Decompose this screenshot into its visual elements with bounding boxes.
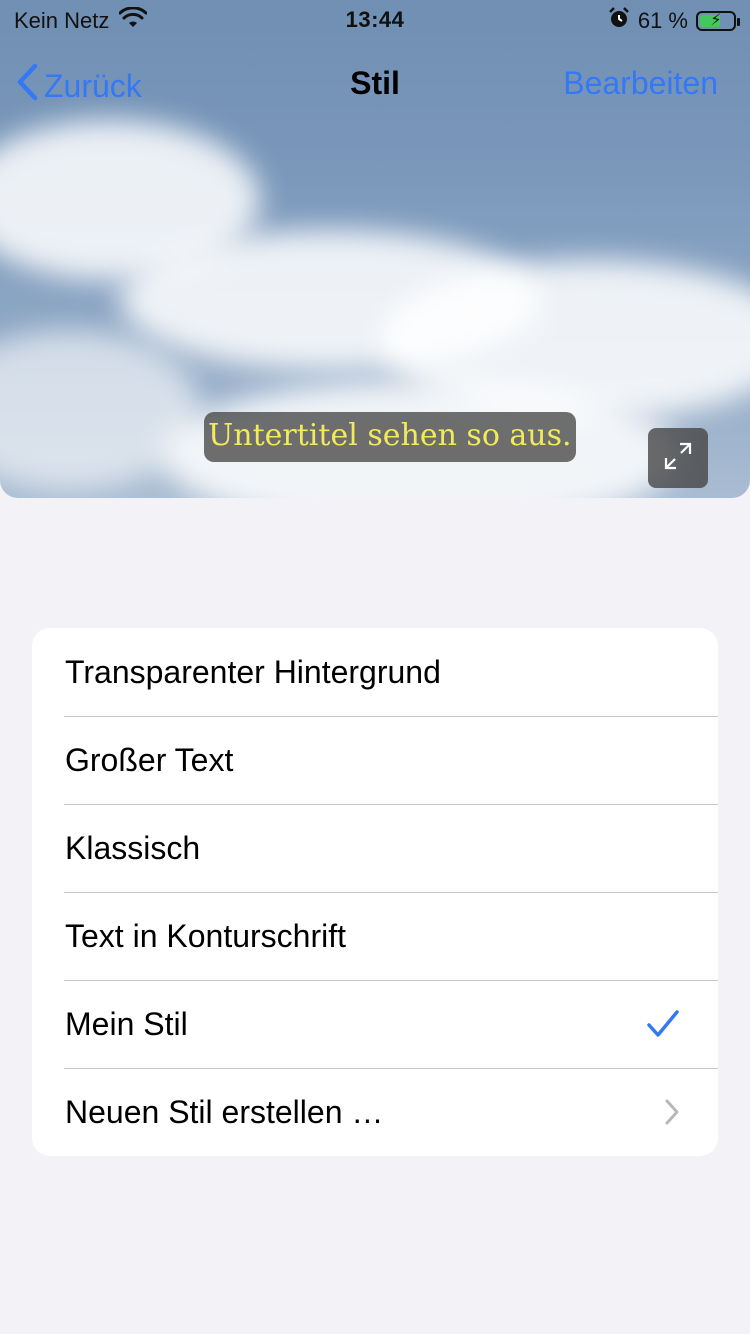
- alarm-icon: [608, 7, 630, 35]
- expand-icon: [662, 440, 694, 477]
- style-row-label: Transparenter Hintergrund: [65, 653, 441, 690]
- chevron-right-icon: [664, 1068, 680, 1156]
- style-row-label: Mein Stil: [65, 1005, 188, 1042]
- expand-button[interactable]: [648, 428, 708, 488]
- status-right: 61 % ⚡: [608, 7, 740, 35]
- style-list: Transparenter Hintergrund Großer Text Kl…: [32, 628, 718, 1156]
- edit-button[interactable]: Bearbeiten: [563, 65, 718, 102]
- style-row-label: Großer Text: [65, 741, 234, 778]
- status-bar: Kein Netz 13:44 61 % ⚡: [0, 0, 750, 40]
- style-row-label: Neuen Stil erstellen …: [65, 1093, 384, 1130]
- subtitle-sample: Untertitel sehen so aus.: [204, 412, 576, 462]
- style-row-classic[interactable]: Klassisch: [32, 804, 718, 892]
- battery-percent: 61 %: [637, 8, 688, 33]
- style-row-label: Klassisch: [65, 829, 201, 866]
- style-row-large-text[interactable]: Großer Text: [32, 716, 718, 804]
- navigation-bar: Zurück Stil Bearbeiten: [0, 55, 750, 115]
- style-row-create-new[interactable]: Neuen Stil erstellen …: [32, 1068, 718, 1156]
- checkmark-icon: [646, 980, 680, 1068]
- style-row-my-style[interactable]: Mein Stil: [32, 980, 718, 1068]
- style-row-label: Text in Konturschrift: [65, 917, 346, 954]
- battery-icon: ⚡: [696, 11, 740, 31]
- charging-bolt-icon: ⚡: [710, 12, 722, 29]
- style-row-outline-text[interactable]: Text in Konturschrift: [32, 892, 718, 980]
- style-row-transparent-background[interactable]: Transparenter Hintergrund: [32, 628, 718, 716]
- subtitle-preview: Kein Netz 13:44 61 % ⚡ Zurück Stil Bearb…: [0, 0, 750, 498]
